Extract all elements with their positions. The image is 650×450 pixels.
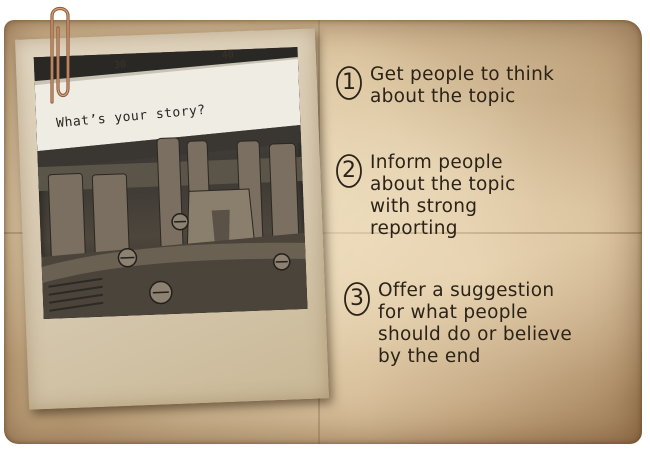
step-3-number-badge: 3 <box>342 280 372 318</box>
step-1-number: 1 <box>342 70 356 95</box>
step-3-number: 3 <box>350 286 364 311</box>
step-2-number: 2 <box>342 158 356 183</box>
step-2-number-badge: 2 <box>334 152 364 190</box>
step-1-text: Get people to think about the topic <box>370 64 555 107</box>
step-2: 2 Inform people about the topic with str… <box>334 152 624 240</box>
step-1-number-badge: 1 <box>334 64 364 102</box>
ruler-marking-30: 30 <box>113 59 127 72</box>
step-3: 3 Offer a suggestion for what people sho… <box>342 280 632 368</box>
step-1: 1 Get people to think about the topic <box>334 64 624 108</box>
step-2-text: Inform people about the topic with stron… <box>370 152 516 239</box>
ruler-marking-40: 40 <box>221 49 235 62</box>
paperclip-icon <box>50 6 70 104</box>
step-3-text: Offer a suggestion for what people shoul… <box>378 280 573 367</box>
